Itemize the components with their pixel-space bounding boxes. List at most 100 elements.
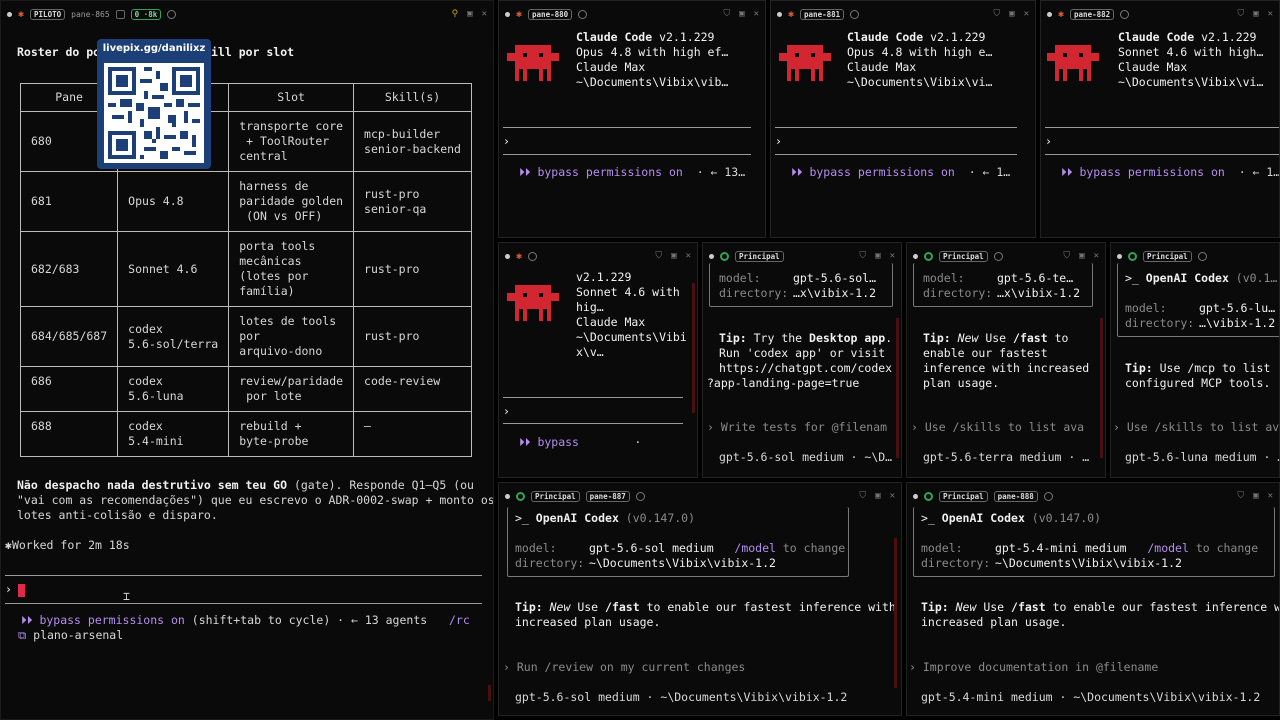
pane-885[interactable]: Principal ⛉ ▣ ✕ model: gpt-5.6-te… directo… [906,242,1106,478]
directory-value: …x\vibix-1.2 [997,286,1081,300]
info-icon[interactable] [1197,251,1207,261]
cell: codex 5.6-sol/terra [117,306,230,367]
save-icon[interactable]: ⛉ [1063,251,1070,261]
suggestion-text: Run /review on my current changes [516,660,746,674]
status-dot [505,11,510,17]
close-icon[interactable]: ✕ [1094,251,1099,261]
prompt-suggestion[interactable]: › Improve documentation in @filename [909,660,1158,675]
save-icon[interactable]: ⛉ [859,491,866,501]
cell: 684/685/687 [19,306,119,367]
title-text: OpenAI Codex [1145,271,1229,285]
roster-heading-tail: ill por slot [211,45,295,59]
info-icon[interactable] [167,9,177,19]
close-icon[interactable]: ✕ [754,9,759,19]
cell: review/paridade por lote [228,366,355,412]
prompt-suggestion[interactable]: › Use /skills to list ava [1113,420,1279,435]
prompt-input[interactable]: › [1045,134,1052,149]
pane-id: pane-888 [993,490,1038,502]
qr-donation-card[interactable]: livepix.gg/danilixz [97,39,211,169]
prompt-suggestion[interactable]: › Run /review on my current changes [503,660,745,675]
close-icon[interactable]: ✕ [1268,9,1273,19]
info-icon[interactable] [1043,491,1053,501]
info-icon[interactable] [993,251,1003,261]
permissions-status[interactable]: ⏵⏵ bypass permissions on · ← 1… [791,165,1010,180]
pin-icon[interactable]: ⚲ [452,9,459,19]
info-icon[interactable] [1120,9,1130,19]
pane-882[interactable]: ✱ pane-882 ⛉ ▣ ✕ Claude Code v2.1.229 Sonn… [1040,0,1280,238]
maximize-icon[interactable]: ▣ [1009,9,1014,19]
scrollbar[interactable] [1100,318,1103,458]
save-icon[interactable]: ⛉ [993,9,1000,19]
save-icon[interactable]: ⛉ [859,251,866,261]
pane-865[interactable]: ✱ PILOTO pane-865 0 ·8k ⚲ ▣ ✕ Roster do … [0,0,494,720]
close-icon[interactable]: ✕ [890,251,895,261]
close-icon[interactable]: ✕ [686,251,691,261]
tip-line3: https://chatgpt.com/codex [719,361,893,375]
pane-887[interactable]: Principal pane-887 ⛉ ▣ ✕ >_ OpenAI Codex (… [498,482,902,716]
maximize-icon[interactable]: ▣ [739,9,744,19]
pane-881[interactable]: ✱ pane-881 ⛉ ▣ ✕ Claude Code v2.1.229 Opus… [770,0,1036,238]
app-title: >_ OpenAI Codex (v0.147.0) [515,511,695,526]
maximize-icon[interactable]: ▣ [1253,9,1258,19]
pane-886[interactable]: Principal >_ OpenAI Codex (v0.1… model: … [1110,242,1280,478]
table-row: 688 codex 5.4-mini rebuild + byte-probe … [19,411,472,457]
info-icon[interactable] [850,9,860,19]
model-command[interactable]: /model [1147,541,1189,555]
pane-880[interactable]: ✱ pane-880 ⛉ ▣ ✕ Claude Code v2.1.229 Opus… [498,0,766,238]
prompt-input[interactable]: › [503,404,510,419]
maximize-icon[interactable]: ▣ [671,251,676,261]
maximize-icon[interactable]: ▣ [875,251,880,261]
tip-line2: configured MCP tools. [1125,376,1271,390]
table-row: 686 codex 5.6-luna review/paridade por l… [19,366,472,412]
claude-robot-icon [507,45,559,81]
prompt-input[interactable]: › [503,134,510,149]
cell: Opus 4.8 [117,171,230,232]
tip-line2: Run 'codex app' or visit [719,346,886,360]
pane-888[interactable]: Principal pane-888 ⛉ ▣ ✕ >_ OpenAI Codex (… [906,482,1280,716]
save-icon[interactable]: ⛉ [1237,9,1244,19]
maximize-icon[interactable]: ▣ [875,491,880,501]
cell: transporte core + ToolRouter central [228,111,355,172]
permissions-status[interactable]: ⏵⏵ bypass permissions on · ← 13… [519,165,745,180]
info-icon[interactable] [578,9,588,19]
scrollbar[interactable] [692,283,695,413]
permissions-status[interactable]: ⏵⏵ bypass permissions on (shift+tab to c… [21,613,427,628]
close-icon[interactable]: ✕ [1024,9,1029,19]
close-icon[interactable]: ✕ [890,491,895,501]
pane-884[interactable]: Principal ⛉ ▣ ✕ model: gpt-5.6-sol… direct… [702,242,902,478]
principal-tag: Principal [735,250,784,262]
copy-icon[interactable] [115,9,125,19]
scrollbar[interactable] [488,685,491,701]
prompt-input[interactable]: › [775,134,782,149]
permissions-status[interactable]: ⏵⏵ bypass · [519,435,641,450]
permissions-status[interactable]: ⏵⏵ bypass permissions on · ← 1… [1061,165,1280,180]
save-icon[interactable]: ⛉ [655,251,662,261]
close-icon[interactable]: ✕ [1268,491,1273,501]
bypass-rest: · ← 1… [1224,165,1280,179]
cell: code-review [353,366,472,412]
info-icon[interactable] [635,491,645,501]
prompt-glyph: › [911,420,925,434]
save-icon[interactable]: ⛉ [723,9,730,19]
maximize-icon[interactable]: ▣ [467,9,472,19]
close-icon[interactable]: ✕ [482,9,487,19]
app-title: >_ OpenAI Codex (v0.147.0) [921,511,1101,526]
pane-883[interactable]: ✱ ⛉ ▣ ✕ v2.1.229 Sonnet 4.6 with hig… Clau… [498,242,698,478]
bug-icon: ✱ [788,8,795,20]
prompt-suggestion[interactable]: › Use /skills to list ava [911,420,1084,435]
title-text: Claude Code [1118,30,1195,44]
info-icon[interactable] [528,251,538,261]
table-row: 682/683 Sonnet 4.6 porta tools mecânicas… [19,231,472,307]
scrollbar[interactable] [896,318,899,458]
prompt-suggestion[interactable]: › Write tests for @filenam [707,420,887,435]
maximize-icon[interactable]: ▣ [1253,491,1258,501]
pane-header: ✱ PILOTO pane-865 0 ·8k ⚲ ▣ ✕ [1,1,493,27]
model-command[interactable]: /model [734,541,776,555]
bypass-text: bypass [537,435,579,449]
rc-command[interactable]: /rc [449,613,470,628]
input-bottom-rule [1045,154,1279,155]
save-icon[interactable]: ⛉ [1237,491,1244,501]
maximize-icon[interactable]: ▣ [1079,251,1084,261]
scrollbar[interactable] [894,538,897,688]
prompt-input[interactable] [15,580,481,598]
